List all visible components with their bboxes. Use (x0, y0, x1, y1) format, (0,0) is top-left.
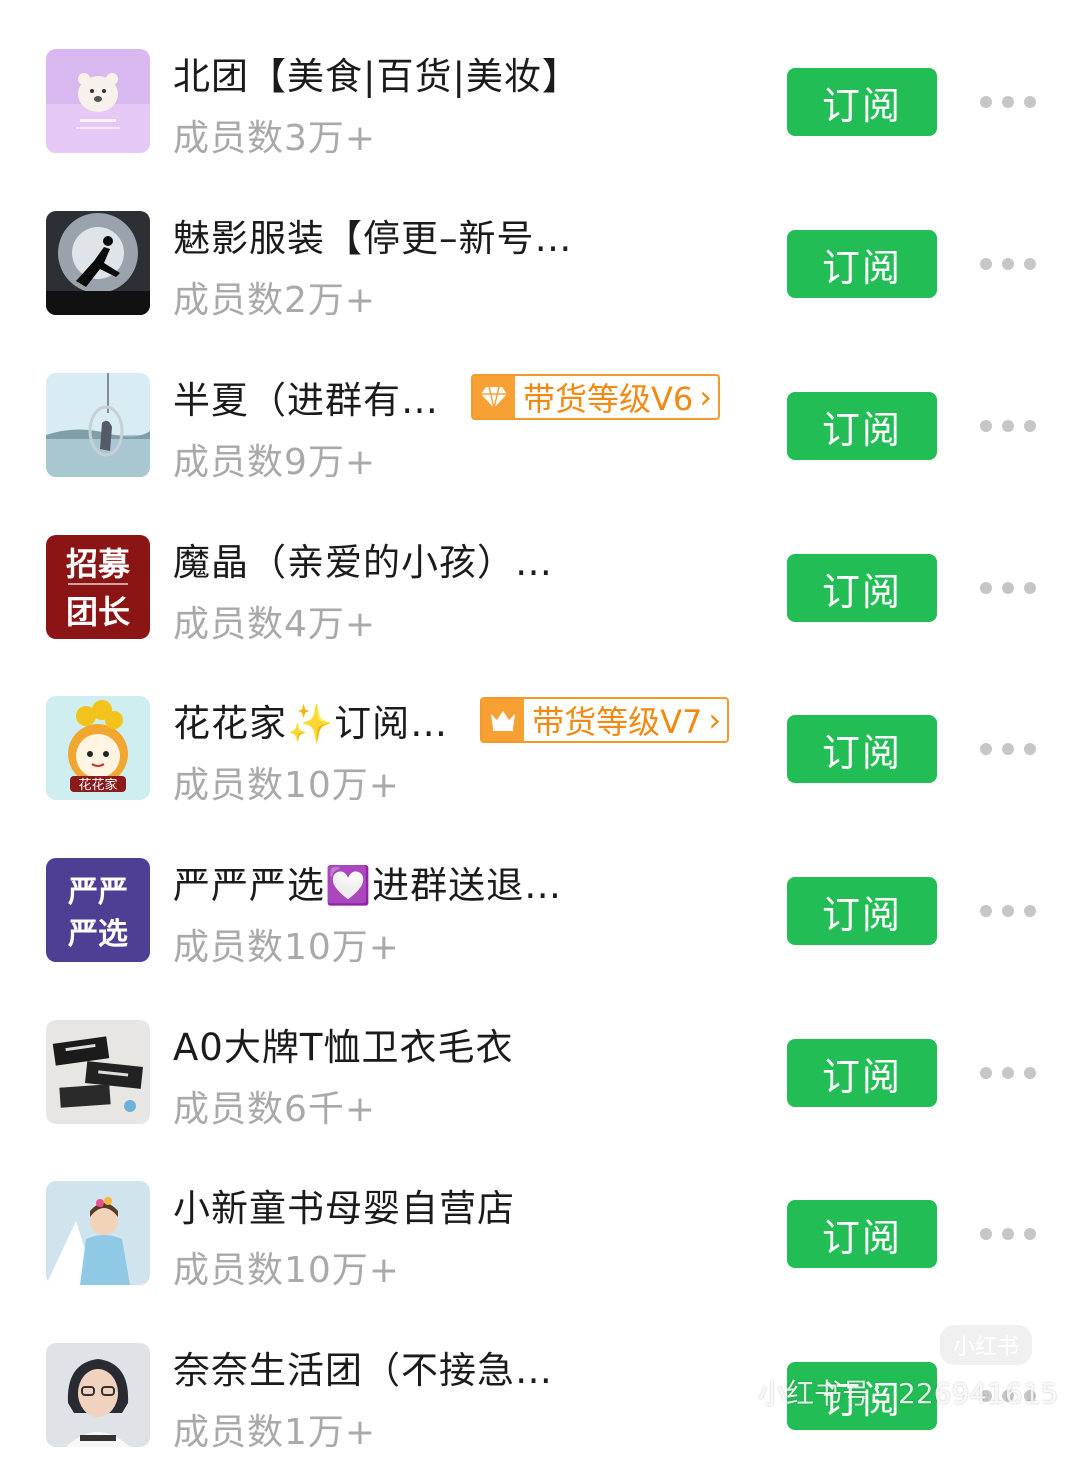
group-row[interactable]: 魅影服装【停更–新号… 成员数2万+ 订阅 (0, 165, 1080, 327)
flower-girl-avatar[interactable]: 花花家 (46, 696, 150, 800)
group-row[interactable]: 招募 团长 魔晶（亲爱的小孩）… 成员数4万+ 订阅 (0, 489, 1080, 651)
group-title-line: 奈奈生活团（不接急… (173, 1339, 553, 1395)
svg-text:严选: 严选 (68, 917, 128, 952)
group-title-line: 小新童书母婴自营店 (173, 1177, 515, 1233)
group-title-line: 北团【美食|百货|美妆】 (173, 45, 580, 101)
subscribe-button[interactable]: 订阅 (787, 1200, 937, 1268)
group-title-line: 严严严选💟进群送退… (173, 854, 562, 910)
more-options-icon[interactable] (980, 1225, 1036, 1243)
child-photo-avatar[interactable] (46, 1181, 150, 1285)
subscribe-button[interactable]: 订阅 (787, 1039, 937, 1107)
member-count: 成员数4万+ (173, 604, 377, 645)
member-count: 成员数10万+ (173, 765, 400, 806)
more-options-icon[interactable] (980, 902, 1036, 920)
subscribe-button[interactable]: 订阅 (787, 877, 937, 945)
woman-portrait-avatar[interactable] (46, 1343, 150, 1447)
sales-level-badge[interactable]: 带货等级V7 › (480, 697, 730, 743)
group-row[interactable]: 半夏（进群有… 带货等级V6 › 成员数9万+ 订阅 (0, 327, 1080, 489)
svg-text:花花家: 花花家 (78, 777, 117, 793)
group-row[interactable]: 小新童书母婴自营店成员数10万+ 订阅 (0, 1135, 1080, 1297)
svg-text:团长: 团长 (66, 593, 130, 631)
chevron-right-icon: › (708, 701, 722, 739)
group-title-line: A0大牌T恤卫衣毛衣 (173, 1016, 513, 1072)
subscribe-button[interactable]: 订阅 (787, 554, 937, 622)
group-row[interactable]: A0大牌T恤卫衣毛衣成员数6千+ 订阅 (0, 974, 1080, 1136)
polar-bear-avatar[interactable] (46, 49, 150, 153)
group-title-line: 魅影服装【停更–新号… (173, 207, 573, 263)
svg-text:严严: 严严 (68, 875, 128, 910)
subscribe-button[interactable]: 订阅 (787, 68, 937, 136)
member-count: 成员数1万+ (173, 1412, 377, 1453)
group-row[interactable]: 严严 严选 严严严选💟进群送退… 成员数10万+ 订阅 (0, 812, 1080, 974)
group-name[interactable]: 花花家✨订阅… (173, 693, 448, 747)
recruit-leader-avatar[interactable]: 招募 团长 (46, 535, 150, 639)
more-options-icon[interactable] (980, 93, 1036, 111)
group-name[interactable]: 严严严选💟进群送退… (173, 855, 562, 909)
more-options-icon[interactable] (980, 417, 1036, 435)
group-title-line: 魔晶（亲爱的小孩）… (173, 531, 553, 587)
member-count: 成员数2万+ (173, 280, 377, 321)
subscribe-button[interactable]: 订阅 (787, 715, 937, 783)
diamond-icon (473, 376, 515, 418)
watermark-text: 小红书号：226941615 (758, 1377, 1059, 1410)
more-options-icon[interactable] (980, 1064, 1036, 1082)
badge-label: 带货等级V7 (532, 703, 703, 741)
member-count: 成员数10万+ (173, 927, 400, 968)
group-row[interactable]: 花花家 花花家✨订阅… 带货等级V7 › 成员数10万+ 订阅 (0, 650, 1080, 812)
chevron-right-icon: › (699, 378, 713, 416)
member-count: 成员数6千+ (173, 1089, 377, 1130)
member-count: 成员数10万+ (173, 1250, 400, 1291)
group-name[interactable]: 小新童书母婴自营店 (173, 1178, 515, 1232)
sales-level-badge[interactable]: 带货等级V6 › (471, 374, 721, 420)
group-name[interactable]: A0大牌T恤卫衣毛衣 (173, 1017, 513, 1071)
group-name[interactable]: 奈奈生活团（不接急… (173, 1340, 553, 1394)
group-name[interactable]: 半夏（进群有… (173, 370, 439, 424)
watermark-logo: 小红书 (940, 1325, 1032, 1365)
group-title-line: 花花家✨订阅… 带货等级V7 › (173, 692, 730, 748)
jumping-silhouette-avatar[interactable] (46, 211, 150, 315)
swing-lake-avatar[interactable] (46, 373, 150, 477)
group-name[interactable]: 魅影服装【停更–新号… (173, 208, 573, 262)
svg-text:招募: 招募 (66, 545, 131, 583)
more-options-icon[interactable] (980, 255, 1036, 273)
more-options-icon[interactable] (980, 579, 1036, 597)
group-row[interactable]: 北团【美食|百货|美妆】成员数3万+ 订阅 (0, 3, 1080, 165)
subscribe-button[interactable]: 订阅 (787, 392, 937, 460)
more-options-icon[interactable] (980, 740, 1036, 758)
member-count: 成员数3万+ (173, 118, 377, 159)
clothing-tags-avatar[interactable] (46, 1020, 150, 1124)
badge-label: 带货等级V6 (523, 380, 694, 418)
member-count: 成员数9万+ (173, 442, 377, 483)
group-title-line: 半夏（进群有… 带货等级V6 › (173, 369, 721, 425)
crown-icon (482, 699, 525, 741)
group-name[interactable]: 魔晶（亲爱的小孩）… (173, 532, 553, 586)
group-name[interactable]: 北团【美食|百货|美妆】 (173, 46, 580, 100)
yanyan-select-avatar[interactable]: 严严 严选 (46, 858, 150, 962)
subscribe-button[interactable]: 订阅 (787, 230, 937, 298)
